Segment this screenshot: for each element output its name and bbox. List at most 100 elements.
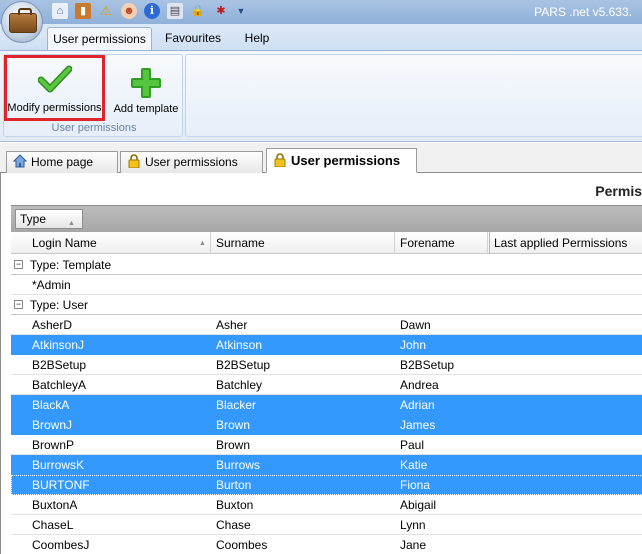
dropdown-arrow-icon[interactable]: ▼ (236, 3, 246, 19)
table-row[interactable]: BURTONF Burton Fiona (11, 475, 642, 495)
tab-user-permissions[interactable]: User permissions (47, 27, 152, 50)
cell-login-name: BURTONF (32, 478, 90, 492)
cell-forename: B2BSetup (400, 358, 455, 372)
tab-favourites[interactable]: Favourites (158, 27, 228, 50)
doc-tab-label: User permissions (291, 153, 401, 168)
permissions-content: Permis Type ▲ Login Name ▲ Surname Foren… (0, 173, 642, 554)
column-header-label: Login Name (32, 236, 97, 250)
sort-asc-icon: ▲ (199, 240, 206, 247)
add-template-label: Add template (113, 103, 179, 115)
cell-forename: James (400, 418, 436, 432)
group-chip-label: Type (20, 212, 47, 226)
user-icon[interactable]: ☻ (121, 3, 137, 19)
cell-surname: Atkinson (216, 338, 263, 352)
table-row[interactable]: BuxtonA Buxton Abigail (11, 495, 642, 515)
table-row[interactable]: BlackA Blacker Adrian (11, 395, 642, 415)
cell-login-name: CoombesJ (32, 538, 90, 552)
cell-forename: Adrian (400, 398, 435, 412)
doc-tab-user-permissions-active[interactable]: User permissions (266, 148, 417, 173)
cell-login-name: BrownP (32, 438, 75, 452)
table-row[interactable]: AtkinsonJ Atkinson John (11, 335, 642, 355)
document-tab-strip: Home page User permissions User permissi… (0, 143, 642, 173)
cell-login-name: BlackA (32, 398, 70, 412)
table-row[interactable]: BurrowsK Burrows Katie (11, 455, 642, 475)
print-icon[interactable]: ▤ (167, 3, 183, 19)
table-row[interactable]: BrownJ Brown James (11, 415, 642, 435)
collapse-icon[interactable]: − (14, 260, 23, 269)
doc-tab-label: User permissions (145, 155, 238, 169)
cell-surname: Blacker (216, 398, 257, 412)
doc-tab-user-permissions[interactable]: User permissions (120, 151, 263, 173)
doc-tab-home-page[interactable]: Home page (6, 151, 118, 173)
briefcase-icon (9, 8, 37, 33)
cell-forename: Katie (400, 458, 428, 472)
lock-icon (128, 154, 140, 168)
book-icon[interactable]: ▮ (75, 3, 91, 19)
table-row[interactable]: AsherD Asher Dawn (11, 315, 642, 335)
cell-surname: Burrows (216, 458, 261, 472)
cell-forename: Dawn (400, 318, 431, 332)
table-row[interactable]: B2BSetup B2BSetup B2BSetup (11, 355, 642, 375)
cell-surname: Asher (216, 318, 248, 332)
cell-surname: Buxton (216, 498, 254, 512)
home-icon (13, 154, 27, 168)
quick-access-toolbar: ⌂ ▮ ⚠ ☻ i ▤ 🔒 ✱ ▼ (52, 3, 253, 19)
cell-login-name: AsherD (32, 318, 73, 332)
title-bar: ⌂ ▮ ⚠ ☻ i ▤ 🔒 ✱ ▼ PARS .net v5.633. (0, 0, 642, 24)
table-row[interactable]: BrownP Brown Paul (11, 435, 642, 455)
lock-icon[interactable]: 🔒 (190, 3, 206, 19)
tab-help[interactable]: Help (238, 27, 276, 50)
cell-surname: Brown (216, 438, 251, 452)
cell-forename: Lynn (400, 518, 426, 532)
sort-asc-icon: ▲ (68, 220, 75, 227)
cell-forename: John (400, 338, 427, 352)
ribbon-empty-area (185, 54, 642, 137)
column-header-forename[interactable]: Forename (396, 232, 488, 254)
warning-icon[interactable]: ⚠ (98, 3, 114, 19)
column-header-login-name[interactable]: Login Name ▲ (11, 232, 211, 254)
cell-login-name: *Admin (32, 278, 71, 292)
grid-header: Login Name ▲ Surname Forename Last appli… (11, 232, 642, 254)
group-by-type-chip[interactable]: Type ▲ (15, 209, 83, 229)
application-menu-button[interactable] (1, 1, 43, 43)
column-header-last-applied-permissions[interactable]: Last applied Permissions (489, 232, 642, 254)
cell-surname: Coombes (216, 538, 268, 552)
checkmark-icon (37, 65, 72, 93)
cell-surname: Chase (216, 518, 251, 532)
home-icon[interactable]: ⌂ (52, 3, 68, 19)
table-row[interactable]: *Admin (11, 275, 642, 295)
table-row[interactable]: CoombesJ Coombes Jane (11, 535, 642, 554)
cell-surname: Brown (216, 418, 251, 432)
add-template-button[interactable]: Add template (111, 61, 181, 117)
table-row[interactable]: ChaseL Chase Lynn (11, 515, 642, 535)
cell-surname: B2BSetup (216, 358, 271, 372)
table-row[interactable]: BatchleyA Batchley Andrea (11, 375, 642, 395)
group-row[interactable]: − Type: Template (11, 255, 642, 275)
cell-login-name: B2BSetup (32, 358, 87, 372)
column-header-surname[interactable]: Surname (212, 232, 395, 254)
group-row-label: Type: User (30, 298, 89, 312)
group-by-panel: Type ▲ (11, 205, 642, 232)
cell-login-name: BuxtonA (32, 498, 78, 512)
cell-login-name: ChaseL (32, 518, 74, 532)
window-title: PARS .net v5.633. (534, 5, 632, 19)
doc-tab-label: Home page (31, 155, 94, 169)
group-row[interactable]: − Type: User (11, 295, 642, 315)
page-title: Permis (595, 183, 642, 199)
cell-login-name: BurrowsK (32, 458, 85, 472)
ribbon-panel: Modify permissions Add template User per… (0, 50, 642, 142)
cell-forename: Abigail (400, 498, 437, 512)
ribbon-group-user-permissions: Modify permissions Add template User per… (3, 54, 183, 137)
cell-login-name: AtkinsonJ (32, 338, 85, 352)
cell-surname: Batchley (216, 378, 263, 392)
lock-icon (274, 153, 286, 167)
info-icon[interactable]: i (144, 3, 160, 19)
modify-permissions-button[interactable]: Modify permissions (4, 55, 105, 121)
plus-icon (131, 68, 161, 98)
bug-icon[interactable]: ✱ (213, 3, 229, 19)
cell-surname: Burton (216, 478, 252, 492)
cell-forename: Jane (400, 538, 427, 552)
cell-forename: Paul (400, 438, 425, 452)
collapse-icon[interactable]: − (14, 300, 23, 309)
cell-forename: Andrea (400, 378, 439, 392)
